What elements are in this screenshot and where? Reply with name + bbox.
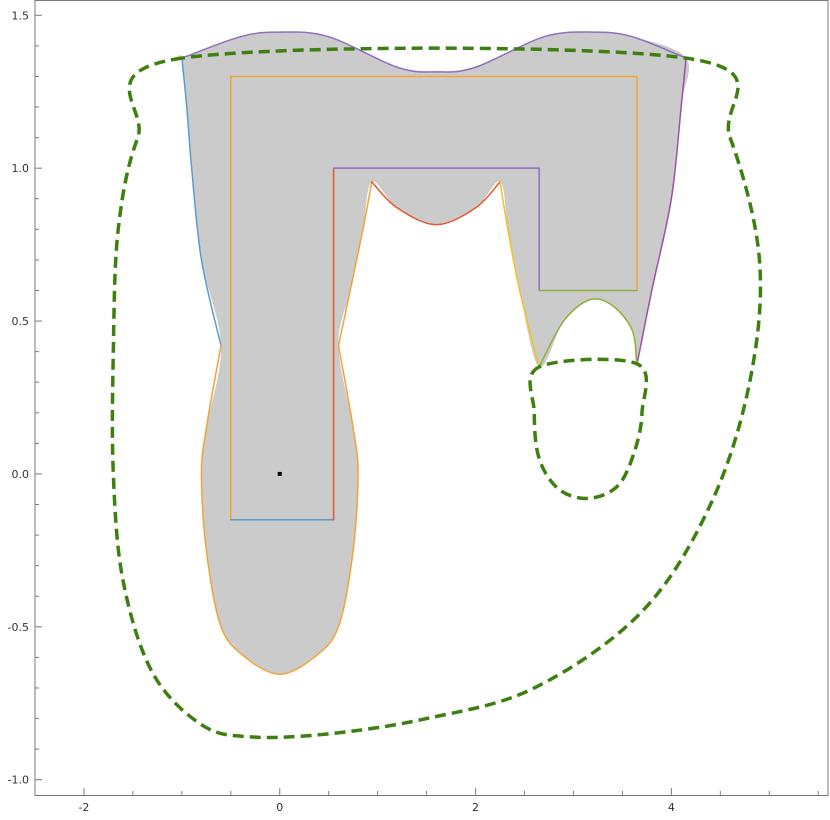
y-tick-label: 1.5: [12, 9, 30, 22]
origin-marker-layer: [277, 471, 282, 476]
x-tick-label: -2: [78, 801, 89, 814]
dashed-inner-dashed-loop: [528, 357, 649, 501]
x-tick-label: 0: [276, 801, 283, 814]
region-layer: [177, 31, 690, 675]
origin-marker: [277, 471, 282, 476]
y-tick-label: -0.5: [8, 621, 29, 634]
region-plot: -2 0 2 4 1.5 1.0 0.5 0.0 -0.5 -1.0: [8, 0, 829, 814]
x-tick-label: 4: [668, 801, 675, 814]
shaded-region: [177, 31, 690, 675]
x-tick-label: 2: [472, 801, 479, 814]
y-tick-label: -1.0: [8, 774, 29, 787]
y-tick-label: 1.0: [12, 162, 30, 175]
y-tick-label: 0.0: [12, 468, 30, 481]
y-tick-label: 0.5: [12, 315, 30, 328]
